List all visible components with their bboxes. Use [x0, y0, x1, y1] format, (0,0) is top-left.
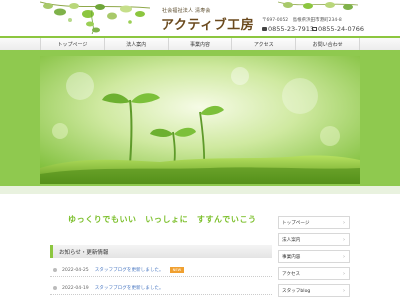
site-header: 社会福祉法人 清寿会 アクティブ工房 〒697-0052 島根県浜田市港町234…: [0, 0, 400, 36]
sidebar-menu: トップページ › 法人案内 › 事業内容 › アクセス › スタッフblog ›: [278, 216, 350, 297]
news-heading: お知らせ・更新情報: [50, 245, 272, 258]
news-link[interactable]: スタッフブログを更新しました。: [95, 285, 164, 291]
site-logo[interactable]: アクティブ工房: [161, 14, 254, 33]
chevron-right-icon: ›: [343, 254, 345, 260]
fax-number: 0855-24-0766: [312, 25, 364, 33]
chevron-right-icon: ›: [343, 237, 345, 243]
chevron-right-icon: ›: [343, 271, 345, 277]
address: 〒697-0052 島根県浜田市港町234-8: [262, 18, 342, 23]
sidebar-item-access[interactable]: アクセス ›: [278, 267, 350, 280]
nav-item-services[interactable]: 事業内容: [169, 38, 233, 50]
sidebar-item-top[interactable]: トップページ ›: [278, 216, 350, 229]
news-item[interactable]: 2022-04-19 スタッフブログを更新しました。: [50, 282, 272, 295]
hero-under-band: [0, 186, 400, 194]
bullet-icon: [53, 286, 57, 290]
new-badge: NEW: [169, 267, 185, 273]
tel-number: 0855-23-7913: [262, 25, 314, 33]
bullet-icon: [53, 268, 57, 272]
chevron-right-icon: ›: [343, 220, 345, 226]
vine-leaves-decoration-right: [278, 1, 358, 10]
sprout-illustration: [40, 56, 360, 184]
phone-icon: [262, 27, 267, 31]
chevron-right-icon: ›: [343, 288, 345, 294]
news-link[interactable]: スタッフブログを更新しました。: [95, 267, 164, 273]
nav-item-access[interactable]: アクセス: [232, 38, 297, 50]
sidebar-item-about[interactable]: 法人案内 ›: [278, 233, 350, 246]
nav-item-about[interactable]: 法人案内: [105, 38, 169, 50]
organization-name: 社会福祉法人 清寿会: [162, 8, 211, 14]
vine-leaves-decoration: [40, 1, 150, 34]
sidebar-item-services[interactable]: 事業内容 ›: [278, 250, 350, 263]
news-date: 2022-04-25: [62, 267, 89, 273]
catchphrase: ゆっくりでもいい いっしょに すすんでいこう: [68, 215, 257, 224]
fax-icon: [312, 27, 317, 31]
hero-image: [40, 56, 360, 184]
sidebar-item-blog[interactable]: スタッフblog ›: [278, 284, 350, 297]
news-item[interactable]: 2022-04-25 スタッフブログを更新しました。 NEW: [50, 264, 272, 277]
nav-item-contact[interactable]: お問い合わせ: [296, 38, 360, 50]
global-nav: トップページ 法人案内 事業内容 アクセス お問い合わせ: [40, 36, 360, 50]
nav-item-top[interactable]: トップページ: [40, 38, 105, 50]
news-date: 2022-04-19: [62, 285, 89, 291]
